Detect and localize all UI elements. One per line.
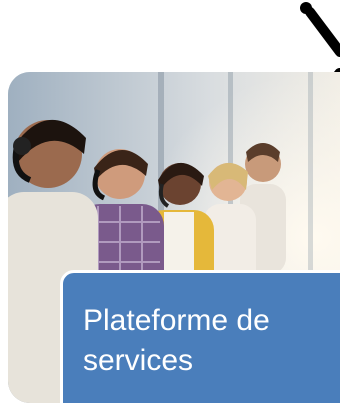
caption-text: Plateforme de services [83,304,270,377]
caption-box: Plateforme de services [60,270,340,403]
slide-tile: Plateforme de services [0,0,340,403]
